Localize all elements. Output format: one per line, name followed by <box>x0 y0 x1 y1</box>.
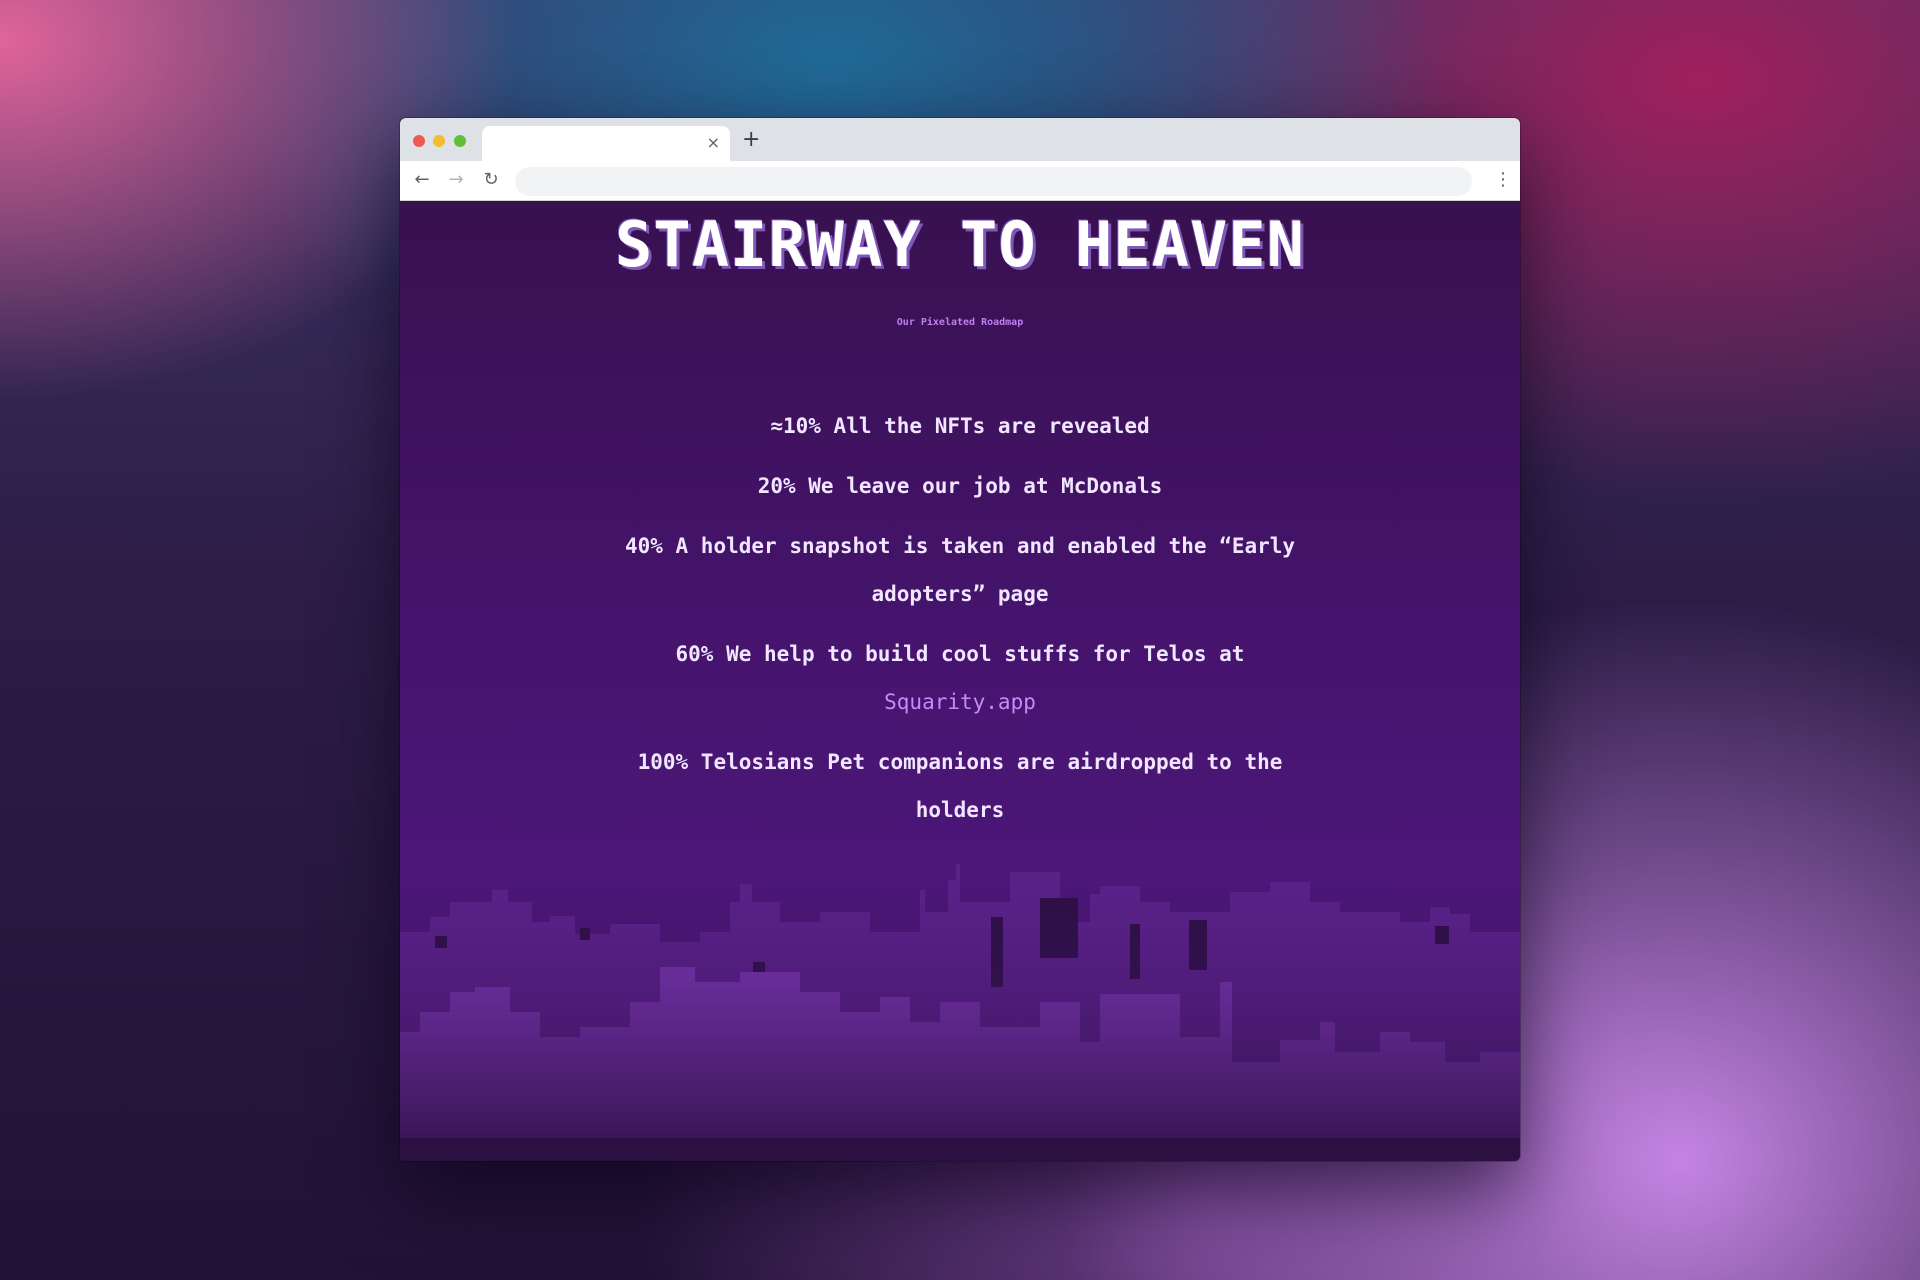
address-bar[interactable] <box>515 167 1472 196</box>
roadmap-milestone: 20% We leave our job at McDonals <box>620 462 1300 510</box>
page-title: STAIRWAY TO HEAVEN <box>615 208 1305 281</box>
milestone-text: 60% We help to build cool stuffs for Tel… <box>675 642 1245 666</box>
forward-arrow-icon[interactable]: → <box>444 168 468 192</box>
reload-icon[interactable]: ↻ <box>479 168 503 192</box>
browser-tab[interactable]: × <box>482 126 730 161</box>
page-content: STAIRWAY TO HEAVEN Our Pixelated Roadmap… <box>400 202 1520 1161</box>
minimize-window-button[interactable] <box>433 135 445 147</box>
new-tab-button[interactable]: + <box>742 128 760 152</box>
close-tab-icon[interactable]: × <box>707 133 720 153</box>
squarity-link[interactable]: Squarity.app <box>884 690 1036 714</box>
milestone-text: 20% We leave our job at McDonals <box>757 474 1163 498</box>
back-arrow-icon[interactable]: ← <box>410 168 434 192</box>
skyline-fade <box>400 862 1520 1161</box>
milestone-text: ≈10% All the NFTs are revealed <box>770 414 1150 438</box>
roadmap-milestone: ≈10% All the NFTs are revealed <box>620 402 1300 450</box>
ground-strip <box>400 1138 1520 1161</box>
roadmap-milestone: 100% Telosians Pet companions are airdro… <box>620 738 1300 834</box>
roadmap-milestone: 60% We help to build cool stuffs for Tel… <box>620 630 1300 726</box>
close-window-button[interactable] <box>413 135 425 147</box>
maximize-window-button[interactable] <box>454 135 466 147</box>
milestone-text: 40% A holder snapshot is taken and enabl… <box>624 534 1296 606</box>
pixel-city-skyline <box>400 862 1520 1161</box>
roadmap-list: ≈10% All the NFTs are revealed 20% We le… <box>620 402 1300 846</box>
milestone-text: 100% Telosians Pet companions are airdro… <box>637 750 1283 822</box>
roadmap-milestone: 40% A holder snapshot is taken and enabl… <box>620 522 1300 618</box>
more-menu-icon[interactable]: ⋮ <box>1493 168 1513 192</box>
tab-bar: × + <box>400 118 1520 161</box>
browser-toolbar: ← → ↻ ⋮ <box>400 161 1520 201</box>
browser-window: × + ← → ↻ ⋮ STAIRWAY TO HEAVEN Our Pixel… <box>400 118 1520 1161</box>
page-subtitle: Our Pixelated Roadmap <box>896 317 1024 328</box>
